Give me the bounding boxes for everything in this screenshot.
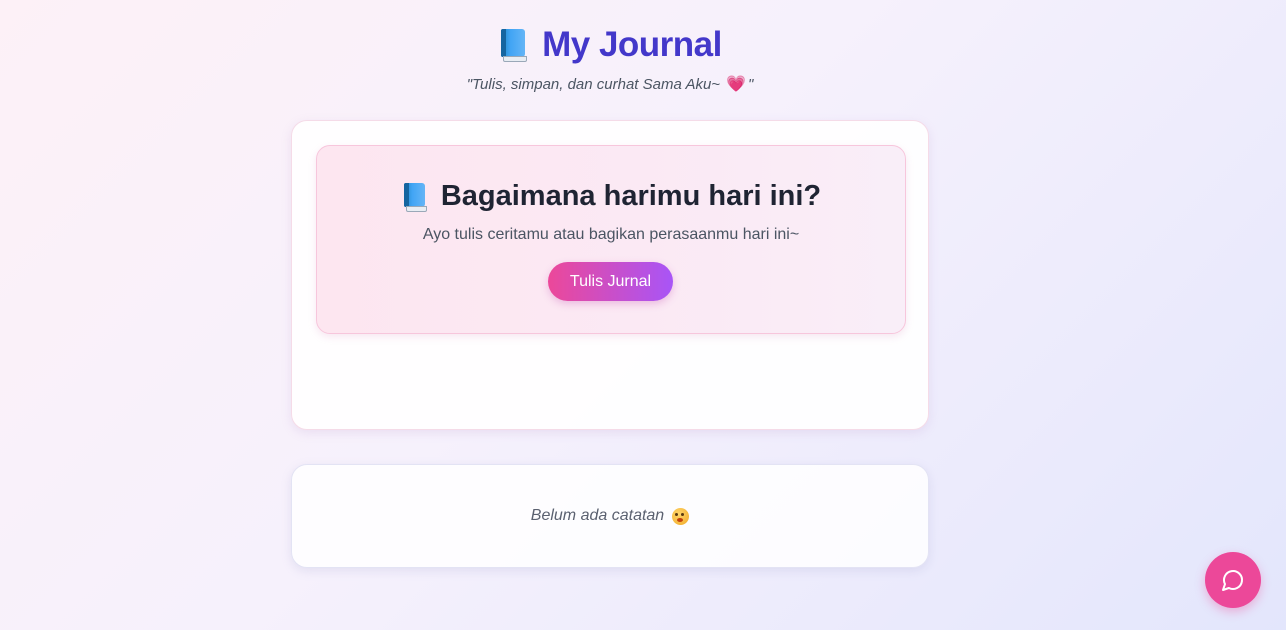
entries-card: Belum ada catatan [291, 464, 929, 568]
blue-book-icon [401, 182, 427, 212]
chat-bubble-icon [1222, 570, 1243, 591]
heart-icon: 💗 [726, 76, 746, 93]
chat-button[interactable] [1205, 552, 1261, 608]
title-row: My Journal [498, 22, 722, 68]
blue-book-icon [498, 28, 528, 62]
prompt-title: Bagaimana harimu hari ini? [440, 180, 822, 212]
empty-state-text: Belum ada catatan [530, 507, 665, 524]
prompt-title-row: Bagaimana harimu hari ini? [317, 180, 905, 213]
daily-prompt-box: Bagaimana harimu hari ini? Ayo tulis cer… [316, 145, 906, 334]
flushed-face-icon [672, 507, 690, 525]
prompt-subtitle: Ayo tulis ceritamu atau bagikan perasaan… [422, 226, 800, 243]
subtitle-text: "Tulis, simpan, dan curhat Sama Aku~ [466, 76, 721, 93]
page-title: My Journal [542, 25, 722, 64]
write-journal-button[interactable]: Tulis Jurnal [548, 262, 673, 301]
journal-card: Bagaimana harimu hari ini? Ayo tulis cer… [291, 120, 929, 430]
page-subtitle: "Tulis, simpan, dan curhat Sama Aku~ 💗 " [0, 74, 1220, 94]
subtitle-quote-close: " [747, 76, 754, 93]
page-header: My Journal "Tulis, simpan, dan curhat Sa… [0, 22, 1220, 94]
